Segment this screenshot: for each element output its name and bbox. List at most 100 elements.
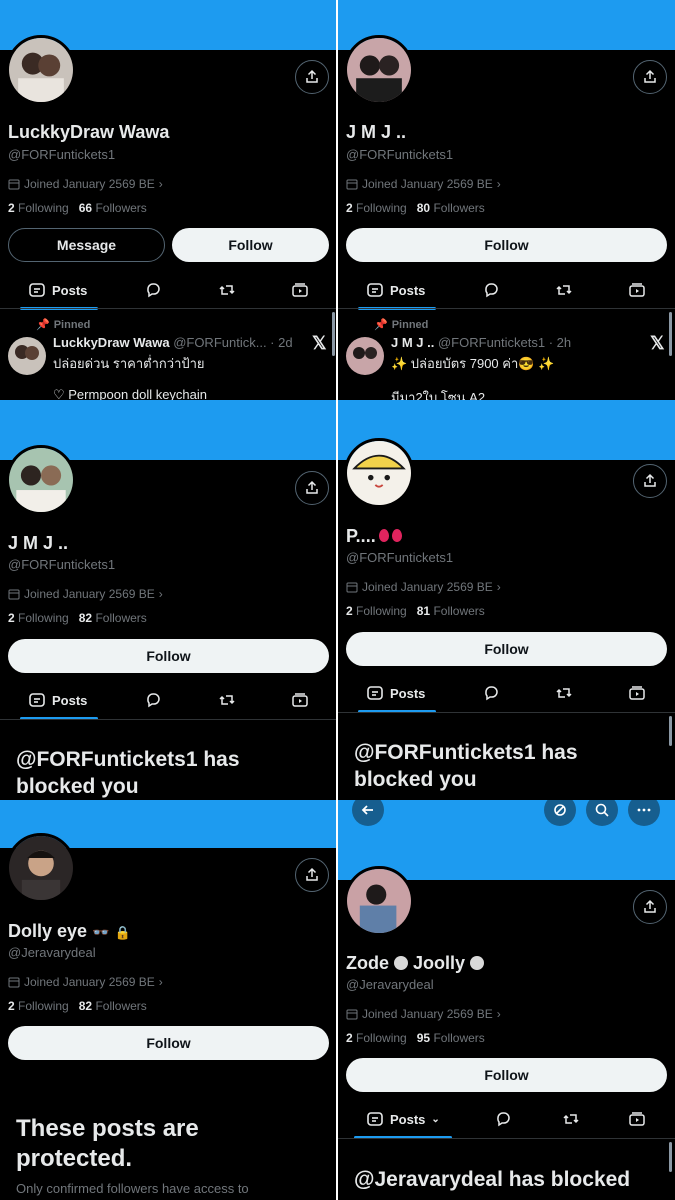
protected-heading: These posts are protected. (16, 1115, 199, 1172)
follow-button[interactable]: Follow (8, 1026, 329, 1060)
blocked-message: @FORFuntickets1 has blocked you (354, 741, 578, 791)
avatar[interactable] (344, 438, 414, 508)
tab-media[interactable] (628, 673, 646, 713)
reply-icon (485, 283, 498, 298)
follow-button[interactable]: Follow (346, 228, 667, 262)
follow-button[interactable]: Follow (346, 1058, 667, 1092)
share-button[interactable] (295, 858, 329, 892)
follow-counts[interactable]: 2 Following 80 Followers (346, 201, 485, 215)
share-button[interactable] (295, 60, 329, 94)
tab-replies[interactable] (144, 680, 162, 720)
joined-date[interactable]: Joined January 2569 BE › (346, 1007, 501, 1021)
media-icon (292, 693, 308, 707)
share-icon (306, 867, 318, 881)
share-button[interactable] (633, 890, 667, 924)
post-avatar[interactable] (346, 337, 384, 375)
avatar[interactable] (6, 445, 76, 515)
blocked-message: @Jeravarydeal has blocked (354, 1168, 631, 1191)
follow-button[interactable]: Follow (346, 632, 667, 666)
avatar[interactable] (344, 866, 414, 936)
chevron-down-icon: ⌄ (431, 1113, 440, 1125)
profile-panel-6: Zode Joolly @Jeravarydeal Joined January… (338, 800, 675, 1200)
reply-icon (147, 283, 160, 298)
tab-reposts[interactable] (555, 270, 573, 310)
tab-media[interactable] (291, 270, 309, 310)
repost-icon (219, 695, 235, 705)
media-icon (629, 1112, 645, 1126)
tab-reposts[interactable] (562, 1099, 580, 1139)
post-header[interactable]: J M J .. @FORFuntickets1 · 2h (391, 335, 571, 350)
tab-reposts[interactable] (218, 680, 236, 720)
repost-icon (556, 285, 572, 295)
profile-tabs: Posts ⌄ (338, 1099, 675, 1139)
tab-media[interactable] (628, 1099, 646, 1139)
tab-replies[interactable] (494, 1099, 512, 1139)
pin-icon: 📌 (36, 319, 50, 331)
tab-reposts[interactable] (218, 270, 236, 310)
profile-tabs: Posts (338, 673, 675, 713)
message-button[interactable]: Message (8, 228, 165, 262)
post-header[interactable]: LuckkyDraw Wawa @FORFuntick... · 2d (53, 335, 293, 350)
profile-tabs: Posts (0, 680, 336, 720)
reply-icon (147, 693, 160, 708)
reply-icon (497, 1112, 510, 1127)
share-button[interactable] (295, 471, 329, 505)
tab-posts[interactable]: Posts (28, 270, 87, 310)
display-name: Zode Joolly (346, 953, 485, 974)
tab-posts[interactable]: Posts ⌄ (366, 1099, 440, 1139)
follow-counts[interactable]: 2 Following 82 Followers (8, 611, 147, 625)
protected-description: Only confirmed followers have access to (16, 1181, 249, 1196)
avatar[interactable] (6, 833, 76, 903)
calendar-icon (346, 582, 358, 593)
reply-icon (485, 686, 498, 701)
tabs-divider (338, 1138, 675, 1139)
posts-icon (367, 686, 383, 700)
scrollbar[interactable] (669, 1142, 672, 1172)
x-logo-icon: 𝕏 (650, 333, 665, 353)
username: @FORFuntickets1 (8, 147, 116, 162)
tab-replies[interactable] (482, 270, 500, 310)
share-button[interactable] (633, 464, 667, 498)
follow-counts[interactable]: 2 Following 81 Followers (346, 604, 485, 618)
post-text: ✨ ปล่อยบัตร 7900 ค่า😎 ✨ (391, 356, 555, 371)
tabs-divider (0, 719, 336, 720)
follow-button[interactable]: Follow (8, 639, 329, 673)
joined-date[interactable]: Joined January 2569 BE › (8, 975, 163, 989)
media-icon (629, 686, 645, 700)
follow-counts[interactable]: 2 Following 82 Followers (8, 999, 147, 1013)
display-name: LuckkyDraw Wawa (8, 122, 170, 142)
joined-date[interactable]: Joined January 2569 BE › (346, 580, 501, 594)
chevron-right-icon: › (496, 177, 501, 191)
joined-date[interactable]: Joined January 2569 BE › (346, 177, 501, 191)
posts-icon (367, 1112, 383, 1126)
joined-date[interactable]: Joined January 2569 BE › (8, 587, 163, 601)
tab-replies[interactable] (144, 270, 162, 310)
tab-reposts[interactable] (555, 673, 573, 713)
calendar-icon (8, 179, 20, 190)
avatar[interactable] (6, 35, 76, 105)
x-logo-icon: 𝕏 (312, 333, 327, 353)
scrollbar[interactable] (669, 716, 672, 746)
avatar[interactable] (344, 35, 414, 105)
tab-posts[interactable]: Posts (28, 680, 87, 720)
joined-date[interactable]: Joined January 2569 BE › (8, 177, 163, 191)
follow-counts[interactable]: 2 Following 66 Followers (8, 201, 147, 215)
profile-tabs: Posts (338, 270, 675, 310)
glasses-emoji: 👓 (92, 924, 110, 940)
tab-posts[interactable]: Posts (366, 270, 425, 310)
chevron-right-icon: › (158, 177, 163, 191)
follow-counts[interactable]: 2 Following 95 Followers (346, 1031, 485, 1045)
tab-media[interactable] (628, 270, 646, 310)
tabs-divider (338, 308, 675, 309)
tab-posts[interactable]: Posts (366, 673, 425, 713)
follow-button[interactable]: Follow (172, 228, 329, 262)
share-button[interactable] (633, 60, 667, 94)
tab-media[interactable] (291, 680, 309, 720)
white-circle-icon (394, 956, 409, 970)
media-icon (629, 283, 645, 297)
balloon-icon (378, 529, 389, 542)
scrollbar[interactable] (669, 312, 672, 356)
tab-replies[interactable] (482, 673, 500, 713)
scrollbar[interactable] (332, 312, 335, 356)
post-avatar[interactable] (8, 337, 46, 375)
